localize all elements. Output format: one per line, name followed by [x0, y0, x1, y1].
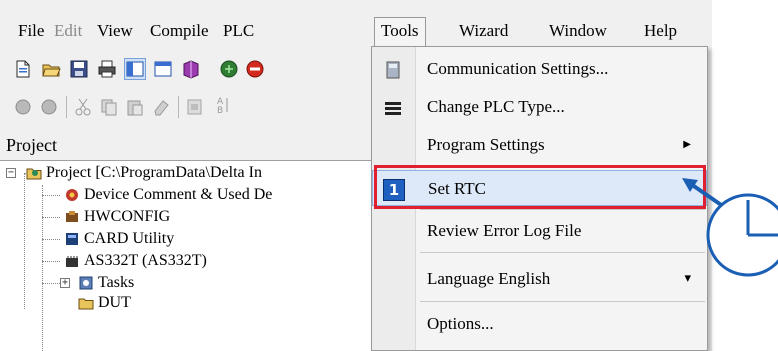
find-icon	[184, 96, 206, 118]
menu-item-options[interactable]: Options...	[372, 306, 707, 342]
project-tree: − Project [C:\ProgramData\Delta In Devic…	[0, 160, 380, 351]
tree-item-project[interactable]: Project [C:\ProgramData\Delta In	[26, 162, 262, 184]
svg-text:B: B	[217, 106, 223, 115]
highlight-box	[374, 165, 706, 209]
menu-item-review-error-log[interactable]: Review Error Log File	[372, 213, 707, 249]
save-icon[interactable]	[68, 58, 90, 80]
plc-device-icon	[66, 256, 78, 267]
toolbar-separator	[66, 96, 67, 118]
open-folder-icon[interactable]	[40, 58, 62, 80]
disabled-circle-icon	[38, 96, 60, 118]
tree-item-hwconfig[interactable]: HWCONFIG	[64, 206, 170, 228]
tree-line	[42, 217, 60, 218]
change-plc-icon	[385, 102, 401, 115]
tree-collapse-toggle[interactable]: −	[6, 168, 16, 178]
menu-item-communication-settings[interactable]: Communication Settings...	[372, 51, 707, 87]
project-panel-header: Project	[0, 132, 380, 160]
edit-toolbar: AB	[0, 90, 380, 126]
menu-separator	[420, 252, 705, 253]
tree-line	[42, 185, 43, 351]
stop-icon[interactable]	[244, 58, 266, 80]
device-comment-icon	[66, 189, 78, 201]
main-toolbar	[0, 52, 380, 88]
tree-item-tasks[interactable]: Tasks	[78, 272, 134, 294]
menu-plc[interactable]: PLC	[223, 21, 254, 41]
toolbar-separator	[178, 96, 179, 118]
submenu-arrow-icon: ▾	[684, 271, 691, 286]
submenu-arrow-icon: ▶	[683, 139, 691, 150]
dut-folder-icon	[78, 298, 94, 310]
go-online-icon[interactable]	[218, 58, 240, 80]
tree-line	[42, 239, 60, 240]
menu-bar: File Edit View Compile PLC Tools Wizard …	[0, 16, 712, 47]
tasks-icon	[79, 276, 93, 290]
tree-item-dut[interactable]: DUT	[78, 294, 131, 312]
tree-expand-toggle[interactable]: +	[60, 278, 70, 288]
menu-item-change-plc-type[interactable]: Change PLC Type...	[372, 89, 707, 125]
new-file-icon[interactable]	[12, 58, 34, 80]
paste-icon	[124, 96, 146, 118]
project-panel-title: Project	[6, 135, 57, 155]
tree-line	[42, 195, 60, 196]
communication-icon	[386, 61, 400, 79]
tree-line	[42, 283, 60, 284]
cut-icon	[72, 96, 94, 118]
print-icon[interactable]	[96, 58, 118, 80]
card-utility-icon	[66, 233, 78, 245]
tree-item-card-utility[interactable]: CARD Utility	[64, 228, 174, 250]
disabled-circle-icon	[12, 96, 34, 118]
menu-tools[interactable]: Tools	[374, 17, 426, 47]
eraser-icon	[150, 96, 172, 118]
menu-item-language[interactable]: Language English ▾	[372, 261, 707, 297]
tree-line	[42, 261, 60, 262]
menu-window[interactable]: Window	[549, 21, 607, 41]
menu-file[interactable]: File	[18, 21, 44, 41]
clock-icon	[706, 193, 778, 277]
menu-separator	[420, 209, 705, 210]
menu-separator	[420, 301, 705, 302]
tree-item-as332t[interactable]: AS332T (AS332T)	[64, 250, 207, 272]
window-icon[interactable]	[152, 58, 174, 80]
menu-item-program-settings[interactable]: Program Settings ▶	[372, 127, 707, 163]
tree-line	[24, 173, 25, 309]
hwconfig-icon	[66, 211, 78, 222]
copy-icon	[98, 96, 120, 118]
menu-view[interactable]: View	[97, 21, 133, 41]
panel-toggle-icon[interactable]	[124, 58, 146, 80]
project-folder-icon	[26, 168, 42, 180]
tree-item-device-comment[interactable]: Device Comment & Used De	[64, 184, 272, 206]
menu-compile[interactable]: Compile	[150, 21, 209, 41]
sort-ab-icon: AB	[212, 94, 234, 116]
menu-help[interactable]: Help	[644, 21, 677, 41]
menu-edit: Edit	[54, 21, 83, 40]
book-icon[interactable]	[180, 58, 202, 80]
menu-wizard[interactable]: Wizard	[459, 21, 508, 41]
